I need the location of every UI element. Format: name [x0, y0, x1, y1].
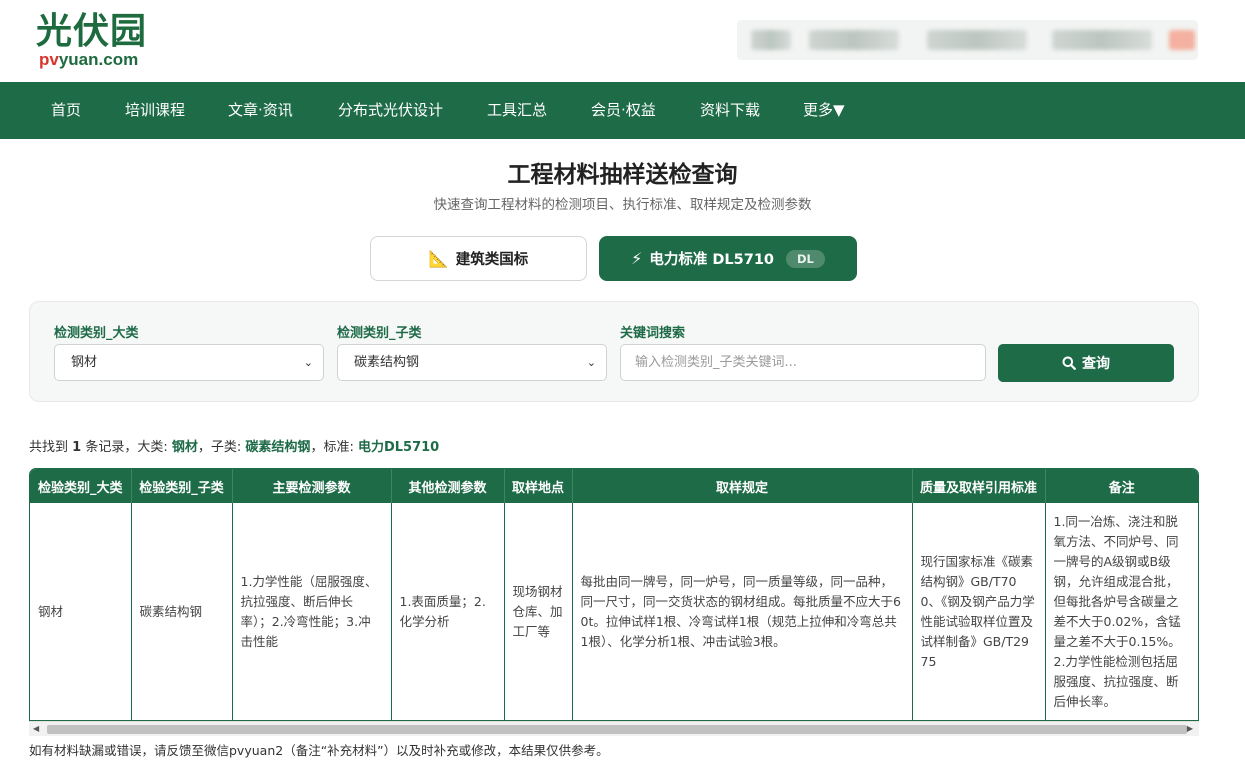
results-table: 检验类别_大类 检验类别_子类 主要检测参数 其他检测参数 取样地点 取样规定 … — [30, 469, 1198, 720]
search-panel: 检测类别_大类 钢材 ⌄ 检测类别_子类 碳素结构钢 ⌄ 关键词搜索 查询 — [29, 301, 1199, 402]
result-records-text: 条记录，大类: — [85, 440, 168, 455]
chevron-down-icon: ⌄ — [586, 356, 596, 369]
keyword-label: 关键词搜索 — [620, 326, 686, 341]
nav-item-downloads[interactable]: 资料下载 — [700, 82, 760, 139]
table-cell: 碳素结构钢 — [131, 503, 233, 720]
chevron-down-icon: ⌄ — [303, 356, 313, 369]
banner-blur-segment — [1169, 30, 1195, 50]
nav-item-more[interactable]: 更多▼ — [803, 82, 845, 139]
category-label: 检测类别_大类 — [54, 326, 139, 341]
keyword-search-input[interactable] — [620, 344, 986, 381]
banner-blur-segment — [809, 30, 899, 50]
results-table-container: 检验类别_大类 检验类别_子类 主要检测参数 其他检测参数 取样地点 取样规定 … — [29, 468, 1199, 721]
logo-en-green: yuan.com — [58, 50, 139, 69]
nav-item-courses[interactable]: 培训课程 — [125, 82, 185, 139]
result-std-text: ，标准: — [310, 440, 354, 455]
result-prefix: 共找到 — [29, 440, 69, 455]
scrollbar-thumb[interactable] — [47, 725, 1187, 734]
tab-building-label: 建筑类国标 — [455, 252, 529, 268]
table-cell: 1.同一冶炼、浇注和脱氧方法、不同炉号、同一牌号的A级钢或B级钢，允许组成混合批… — [1053, 514, 1181, 709]
banner-blur-segment — [1052, 30, 1152, 50]
table-header-row: 检验类别_大类 检验类别_子类 主要检测参数 其他检测参数 取样地点 取样规定 … — [30, 469, 1198, 503]
footnote: 如有材料缺漏或错误，请反馈至微信pvyuan2（备注“补充材料”）以及时补充或修… — [29, 743, 609, 758]
query-button-label: 查询 — [1082, 356, 1110, 372]
column-header: 其他检测参数 — [391, 469, 505, 503]
column-header: 备注 — [1045, 469, 1198, 503]
result-subcategory: 碳素结构钢 — [245, 440, 311, 455]
nav-item-articles[interactable]: 文章·资讯 — [228, 82, 293, 139]
site-logo[interactable]: 光伏园 pvyuan.com — [36, 10, 156, 70]
table-cell: 现场钢材仓库、加工厂等 — [504, 503, 573, 720]
query-button[interactable]: 查询 — [998, 344, 1174, 382]
nav-item-membership[interactable]: 会员·权益 — [591, 82, 656, 139]
result-summary: 共找到 1 条记录，大类: 钢材，子类: 碳素结构钢，标准: 电力DL5710 — [29, 436, 439, 455]
subcategory-select-value: 碳素结构钢 — [354, 355, 420, 370]
column-header: 取样规定 — [572, 469, 913, 503]
result-category: 钢材 — [171, 440, 198, 455]
category-select-value: 钢材 — [71, 355, 98, 370]
logo-text-en: pvyuan.com — [39, 50, 156, 69]
page-subtitle: 快速查询工程材料的检测项目、执行标准、取样规定及检测参数 — [433, 197, 812, 213]
result-count: 1 — [72, 440, 82, 455]
tab-building-standard[interactable]: 📐 建筑类国标 — [370, 236, 587, 281]
category-select[interactable]: 钢材 ⌄ — [54, 344, 324, 381]
tab-power-standard[interactable]: ⚡ 电力标准 DL5710 DL — [599, 236, 857, 281]
scroll-left-arrow-icon[interactable]: ◀ — [33, 724, 39, 733]
column-header: 检验类别_子类 — [131, 469, 233, 503]
result-standard: 电力DL5710 — [357, 440, 440, 455]
column-header: 取样地点 — [504, 469, 573, 503]
scroll-right-arrow-icon[interactable]: ▶ — [1187, 724, 1193, 733]
ruler-triangle-icon: 📐 — [428, 249, 449, 268]
blurred-banner-ad[interactable] — [737, 20, 1198, 60]
dl-badge: DL — [786, 249, 825, 268]
horizontal-scrollbar[interactable]: ◀ ▶ — [29, 721, 1199, 736]
column-header: 主要检测参数 — [232, 469, 392, 503]
table-cell: 1.表面质量；2.化学分析 — [391, 503, 505, 720]
nav-item-tools[interactable]: 工具汇总 — [487, 82, 547, 139]
result-sub-text: ，子类: — [197, 440, 242, 455]
main-nav: 首页 培训课程 文章·资讯 分布式光伏设计 工具汇总 会员·权益 资料下载 更多… — [0, 82, 1245, 139]
tab-power-label: 电力标准 DL5710 — [649, 252, 775, 268]
column-header: 质量及取样引用标准 — [912, 469, 1046, 503]
banner-blur-segment — [927, 30, 1027, 50]
subcategory-label: 检测类别_子类 — [337, 326, 422, 341]
column-header: 检验类别_大类 — [30, 469, 132, 503]
search-icon — [1062, 356, 1076, 370]
table-cell: 1.力学性能（屈服强度、抗拉强度、断后伸长率）；2.冷弯性能；3.冲击性能 — [232, 503, 392, 720]
page-title: 工程材料抽样送检查询 — [507, 162, 738, 188]
nav-item-pv-design[interactable]: 分布式光伏设计 — [338, 82, 443, 139]
table-cell: 钢材 — [30, 503, 132, 720]
banner-blur-segment — [751, 30, 791, 50]
top-header: 光伏园 pvyuan.com — [0, 0, 1245, 82]
logo-text-cn: 光伏园 — [36, 10, 148, 52]
table-cell: 每批由同一牌号，同一炉号，同一质量等级，同一品种，同一尺寸，同一交货状态的钢材组… — [572, 503, 913, 720]
subcategory-select[interactable]: 碳素结构钢 ⌄ — [337, 344, 607, 381]
table-row: 钢材 碳素结构钢 1.力学性能（屈服强度、抗拉强度、断后伸长率）；2.冷弯性能；… — [30, 503, 1198, 720]
lightning-icon: ⚡ — [631, 249, 643, 268]
logo-en-red: pv — [39, 50, 59, 69]
table-cell: 现行国家标准《碳素结构钢》GB/T700、《钢及钢产品力学性能试验取样位置及试样… — [912, 503, 1046, 720]
nav-item-home[interactable]: 首页 — [51, 82, 81, 139]
